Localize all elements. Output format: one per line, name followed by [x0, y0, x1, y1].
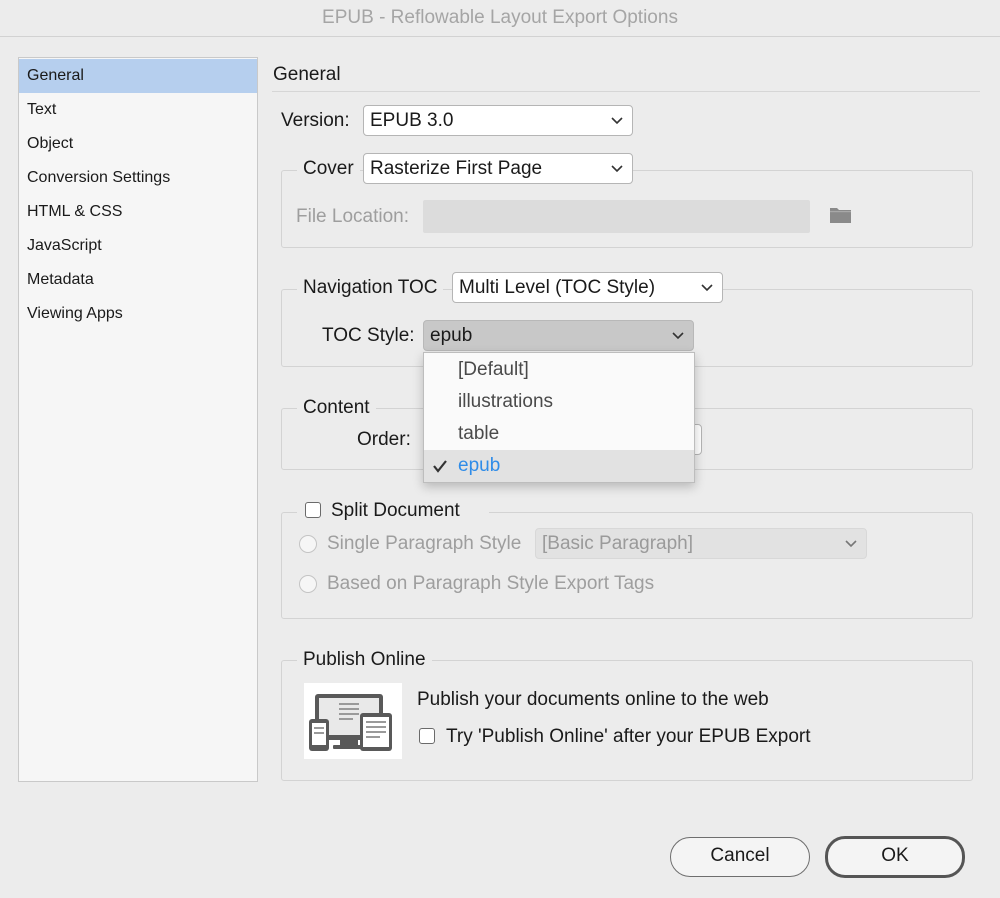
chevron-down-icon: [611, 165, 623, 173]
sidebar-item-viewing-apps[interactable]: Viewing Apps: [19, 297, 257, 331]
content-label: Content: [297, 395, 376, 421]
title-divider: [272, 91, 980, 92]
ok-button[interactable]: OK: [825, 836, 965, 878]
version-select[interactable]: EPUB 3.0: [363, 105, 633, 136]
dropdown-option-illustrations[interactable]: illustrations: [424, 386, 694, 418]
toc-style-label: TOC Style:: [322, 325, 415, 346]
option-label: [Default]: [458, 359, 529, 380]
navigation-toc-value: Multi Level (TOC Style): [459, 277, 656, 298]
option-label: table: [458, 423, 500, 444]
sidebar-item-html-css[interactable]: HTML & CSS: [19, 195, 257, 229]
dropdown-option-default[interactable]: [Default]: [424, 354, 694, 386]
chevron-down-icon: [845, 540, 857, 548]
page-title: General: [273, 64, 341, 85]
export-tags-radio[interactable]: [299, 575, 317, 593]
navigation-toc-select[interactable]: Multi Level (TOC Style): [452, 272, 723, 303]
cover-label: Cover: [297, 156, 360, 182]
single-paragraph-label: Single Paragraph Style: [327, 533, 522, 554]
sidebar-item-metadata[interactable]: Metadata: [19, 263, 257, 297]
chevron-down-icon: [701, 284, 713, 292]
folder-icon[interactable]: [829, 206, 852, 224]
order-label: Order:: [357, 429, 411, 450]
checkmark-icon: [433, 460, 447, 473]
try-publish-online-checkbox[interactable]: [419, 728, 435, 744]
split-document-checkbox[interactable]: [305, 502, 321, 518]
sidebar-item-text[interactable]: Text: [19, 93, 257, 127]
paragraph-style-value: [Basic Paragraph]: [542, 533, 694, 554]
dropdown-option-epub[interactable]: epub: [424, 450, 694, 482]
dropdown-option-table[interactable]: table: [424, 418, 694, 450]
navigation-toc-label: Navigation TOC: [297, 275, 444, 301]
version-label: Version:: [281, 110, 350, 131]
toc-style-value: epub: [430, 325, 473, 346]
chevron-down-icon: [672, 332, 684, 340]
sidebar-item-conversion-settings[interactable]: Conversion Settings: [19, 161, 257, 195]
window-title: EPUB - Reflowable Layout Export Options: [0, 0, 1000, 37]
sidebar-item-javascript[interactable]: JavaScript: [19, 229, 257, 263]
single-paragraph-radio[interactable]: [299, 535, 317, 553]
file-location-label: File Location:: [296, 206, 410, 227]
sidebar: General Text Object Conversion Settings …: [18, 57, 258, 782]
split-document-label: Split Document: [331, 500, 460, 521]
version-value: EPUB 3.0: [370, 110, 454, 131]
publish-description: Publish your documents online to the web: [417, 689, 769, 710]
sidebar-item-general[interactable]: General: [19, 59, 257, 93]
toc-style-dropdown-menu: [Default] illustrations table epub: [423, 352, 695, 483]
sidebar-item-object[interactable]: Object: [19, 127, 257, 161]
publish-online-label: Publish Online: [297, 647, 432, 673]
option-label: epub: [458, 455, 501, 476]
paragraph-style-select[interactable]: [Basic Paragraph]: [535, 528, 867, 559]
export-tags-label: Based on Paragraph Style Export Tags: [327, 573, 655, 594]
cover-value: Rasterize First Page: [370, 158, 543, 179]
option-label: illustrations: [458, 391, 554, 412]
toc-style-select[interactable]: epub: [423, 320, 694, 351]
chevron-down-icon: [611, 117, 623, 125]
cover-select[interactable]: Rasterize First Page: [363, 153, 633, 184]
devices-icon: [304, 683, 402, 759]
cancel-button[interactable]: Cancel: [670, 837, 810, 877]
file-location-field[interactable]: [423, 200, 810, 233]
try-publish-online-label: Try 'Publish Online' after your EPUB Exp…: [446, 726, 811, 747]
